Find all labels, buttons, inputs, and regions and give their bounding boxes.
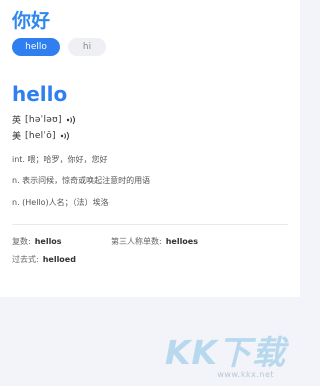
word-form-third-person: 第三人称单数: helloes: [111, 236, 198, 247]
pronunciation-region: 英: [12, 116, 22, 126]
form-value: helloes: [165, 237, 198, 246]
form-label: 复数:: [12, 237, 31, 246]
pronunciation-ipa: [helˈō]: [25, 130, 56, 141]
pronunciation-us: 美 [helˈō]: [12, 129, 72, 142]
pronunciation-uk: 英 [həˈləʊ]: [12, 113, 78, 126]
definition-item: n. (Hello)人名；（法）埃洛: [12, 198, 109, 207]
watermark-url: www.kkx.net: [217, 370, 274, 379]
form-label: 过去式:: [12, 255, 39, 264]
pronunciation-ipa: [həˈləʊ]: [25, 114, 62, 125]
pronunciation-region: 美: [12, 132, 22, 142]
tab-hello[interactable]: hello: [12, 38, 60, 56]
form-value: hellos: [34, 237, 62, 246]
word-form-past: 过去式: helloed: [12, 254, 76, 265]
result-card: 你好 hello hi hello 英 [həˈləʊ] 美 [helˈō] i…: [0, 0, 300, 297]
divider: [12, 224, 288, 225]
word-form-plural: 复数: hellos: [12, 236, 62, 247]
form-value: helloed: [42, 255, 76, 264]
entry-word: hello: [12, 82, 68, 106]
speaker-icon[interactable]: [60, 131, 72, 141]
tab-hi[interactable]: hi: [68, 38, 106, 56]
definition-item: n. 表示问候，惊奇或唤起注意时的用语: [12, 176, 151, 185]
search-query: 你好: [12, 10, 51, 32]
speaker-icon[interactable]: [66, 115, 78, 125]
watermark-logo: KK下载: [164, 333, 286, 372]
definition-item: int. 喂；哈罗，你好，您好: [12, 155, 108, 164]
form-label: 第三人称单数:: [111, 237, 162, 246]
